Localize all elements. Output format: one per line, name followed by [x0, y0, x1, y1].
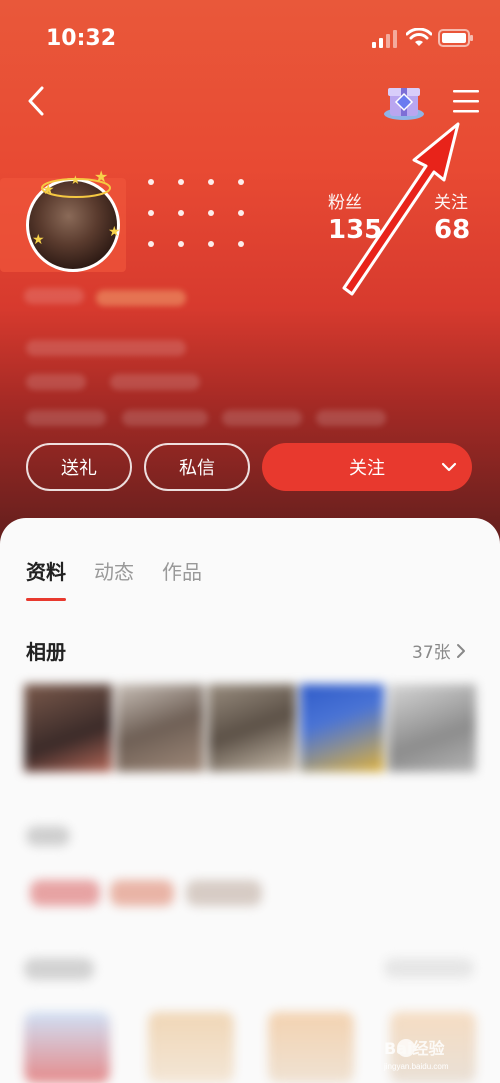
blurred-card [24, 1012, 110, 1083]
blurred-info-line [26, 410, 106, 426]
fans-count: 135 [328, 215, 383, 245]
gift-box-icon[interactable] [381, 80, 427, 122]
blurred-tag [110, 880, 174, 906]
svg-text:★: ★ [42, 182, 55, 198]
album-photo[interactable] [300, 684, 384, 772]
svg-text:★: ★ [32, 232, 45, 246]
gift-button[interactable]: 送礼 [26, 443, 132, 491]
blurred-info-line [26, 374, 86, 390]
album-title: 相册 [26, 640, 66, 664]
blurred-info-line [316, 410, 386, 426]
tab-profile[interactable]: 资料 [26, 556, 66, 601]
blurred-section-title [26, 826, 70, 846]
blurred-info-line [122, 410, 208, 426]
menu-icon[interactable] [450, 86, 482, 116]
gift-button-label: 送礼 [61, 458, 97, 479]
blurred-card [148, 1012, 234, 1083]
blurred-section-title [24, 958, 94, 980]
message-button-label: 私信 [179, 458, 215, 479]
signal-icon [372, 30, 397, 48]
blurred-info-line [26, 340, 186, 356]
message-button[interactable]: 私信 [144, 443, 250, 491]
status-time: 10:32 [46, 26, 117, 51]
album-count-link[interactable]: 37张 [412, 638, 467, 663]
blurred-link [384, 958, 474, 978]
profile-tabs: 资料 动态 作品 [26, 556, 202, 601]
status-bar: 10:32 [0, 0, 500, 80]
album-photo[interactable] [116, 684, 204, 772]
watermark-url: jingyan.baidu.com [384, 1062, 449, 1071]
avatar-frame-stars-icon: ★ ★ ★ ★ ★ [32, 168, 121, 246]
following-label: 关注 [434, 193, 468, 213]
album-photo[interactable] [24, 684, 112, 772]
blurred-card [268, 1012, 354, 1083]
wifi-icon [406, 28, 432, 46]
fans-stat[interactable]: 粉丝 135 [328, 188, 382, 245]
album-photo-strip[interactable] [24, 684, 476, 772]
svg-text:★: ★ [94, 168, 108, 186]
blurred-info-line [222, 410, 302, 426]
tab-works[interactable]: 作品 [162, 556, 202, 585]
chevron-right-icon [456, 643, 465, 658]
battery-icon [438, 29, 473, 47]
blurred-tag [186, 880, 262, 906]
content-card [0, 518, 500, 1083]
tab-moments[interactable]: 动态 [94, 556, 134, 585]
svg-text:★: ★ [108, 224, 121, 240]
following-count: 68 [434, 215, 471, 245]
album-count: 37张 [412, 643, 451, 663]
follow-button[interactable]: 关注 [262, 443, 472, 491]
blurred-nickname [96, 290, 186, 306]
blurred-tag [30, 880, 100, 906]
album-photo[interactable] [388, 684, 476, 772]
svg-text:★: ★ [70, 173, 81, 187]
blurred-info-line [110, 374, 200, 390]
blurred-badge [24, 288, 84, 304]
decorative-dots [148, 179, 244, 247]
follow-button-label: 关注 [349, 458, 385, 479]
fans-label: 粉丝 [328, 193, 362, 213]
chevron-down-icon[interactable] [440, 458, 458, 476]
following-stat[interactable]: 关注 68 [434, 188, 470, 245]
album-photo[interactable] [208, 684, 296, 772]
back-icon[interactable] [22, 84, 52, 118]
watermark-brand: Bai经验 [384, 1039, 445, 1058]
